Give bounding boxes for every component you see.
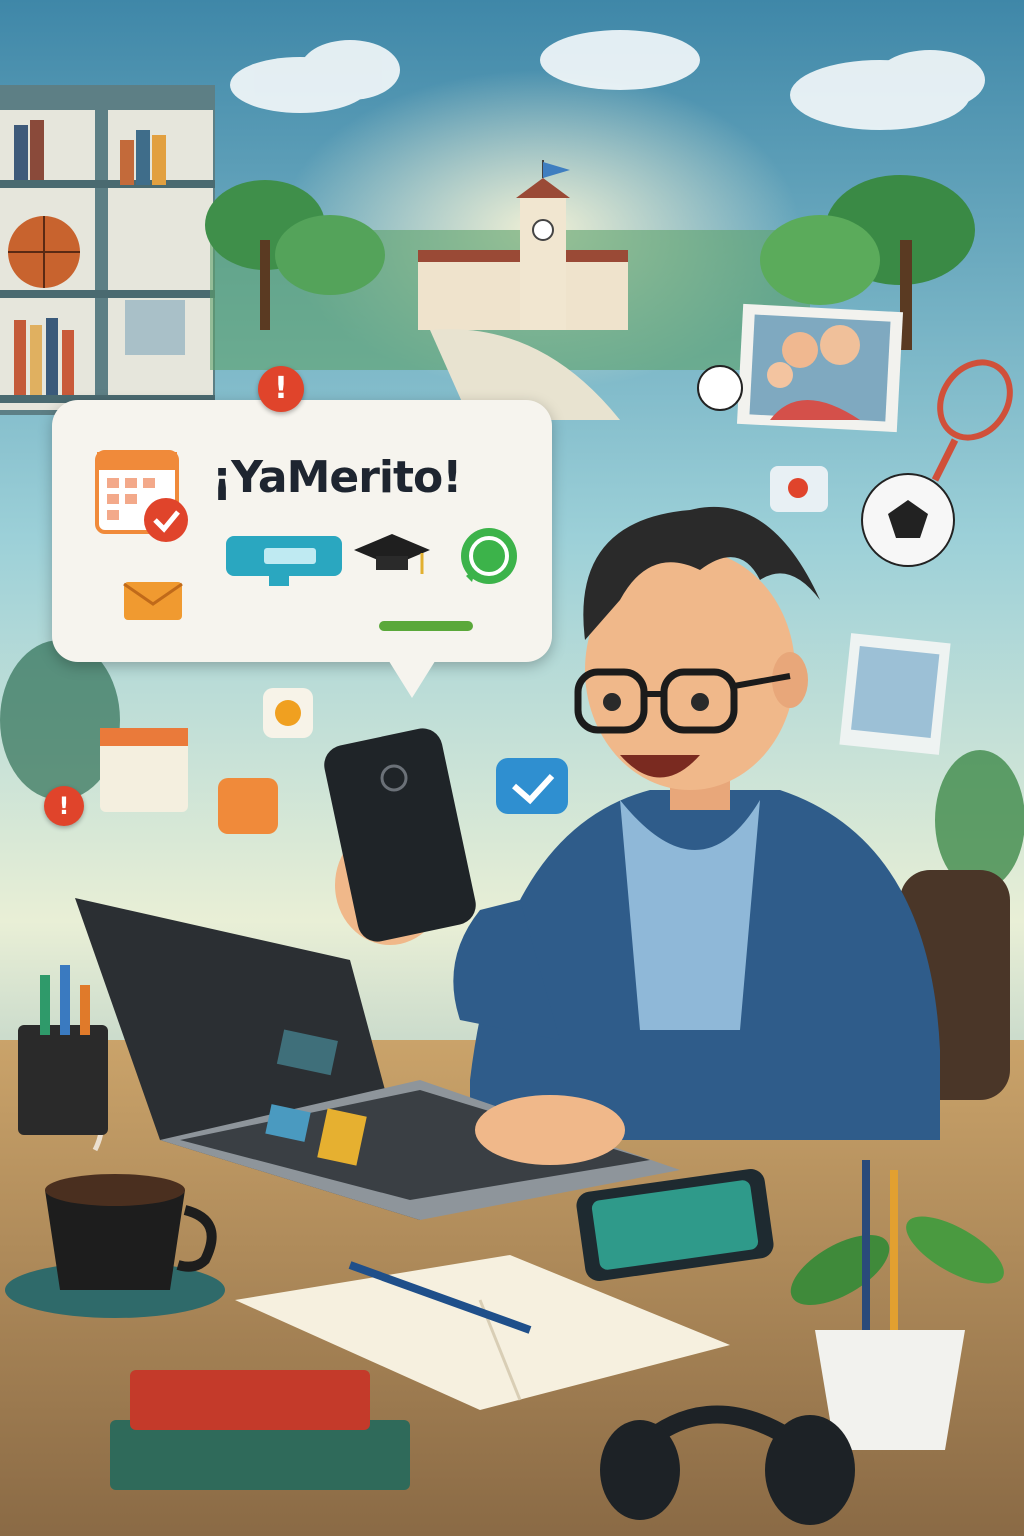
envelope-icon [123,582,183,620]
illustration: ¡YaMerito! ! ! [0,0,1024,1536]
brand-title: ¡YaMerito! [212,452,462,503]
bubble-tail [382,650,442,698]
calendar-check-icon [95,450,188,542]
alert-badge: ! [258,366,304,412]
bookshelf [0,85,215,415]
whatsapp-icon [461,528,517,584]
graduation-cap-icon [354,534,430,574]
green-progress-icon [379,621,473,631]
books [110,1370,410,1490]
progress-bar-icon [226,536,342,586]
family-photo [736,303,904,433]
app-speech-bubble: ¡YaMerito! [52,400,552,698]
scene-illustration [0,0,1024,1536]
alert-badge-small: ! [44,786,84,826]
